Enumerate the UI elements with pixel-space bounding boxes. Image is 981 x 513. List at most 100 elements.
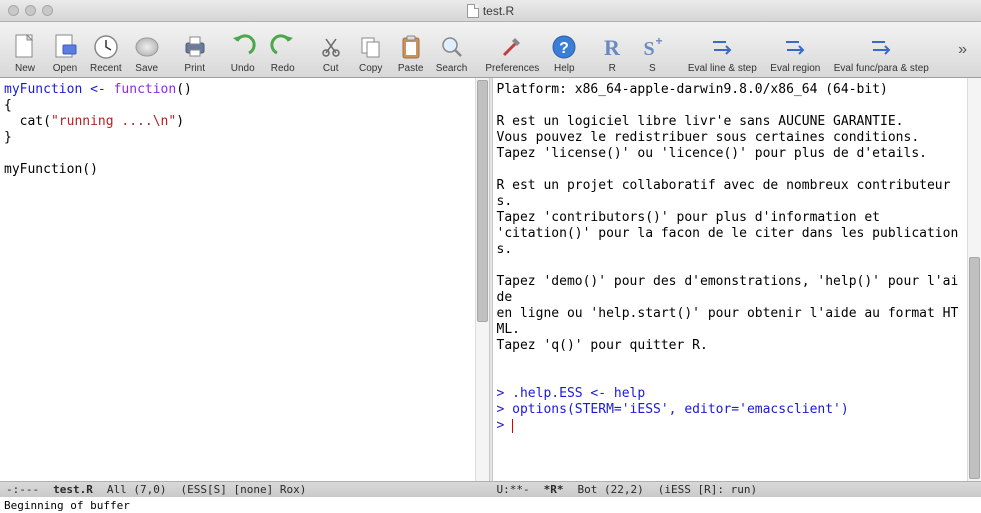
code-text: () xyxy=(176,82,192,97)
toolbar-label: Help xyxy=(554,63,575,74)
echo-area: Beginning of buffer xyxy=(0,497,981,513)
zoom-window-button[interactable] xyxy=(42,5,53,16)
toolbar-label: Open xyxy=(53,63,77,74)
eval-func-step-button[interactable]: Eval func/para & step xyxy=(827,24,935,76)
toolbar-label: Undo xyxy=(231,63,255,74)
magnifier-icon xyxy=(437,32,467,62)
toolbar-label: Save xyxy=(135,63,158,74)
svg-text:S: S xyxy=(644,38,655,60)
toolbar-label: New xyxy=(15,63,35,74)
console-line: Tapez 'contributors()' pour plus d'infor… xyxy=(497,210,881,225)
editor-panes: myFunction <- function() { cat("running … xyxy=(0,78,981,481)
console-line: R est un projet collaboratif avec de nom… xyxy=(497,178,951,209)
modeline-position: All (7,0) xyxy=(107,483,167,496)
code-operator: <- xyxy=(82,82,113,97)
copy-icon xyxy=(356,32,386,62)
eval-region-button[interactable]: Eval region xyxy=(765,24,825,76)
console-line: Tapez 'license()' ou 'licence()' pour pl… xyxy=(497,146,927,161)
console-line: R est un logiciel libre livr'e sans AUCU… xyxy=(497,114,904,129)
svg-text:?: ? xyxy=(559,40,569,57)
modeline-right[interactable]: U:**- *R* Bot (22,2) (iESS [R]: run) xyxy=(491,481,981,497)
toolbar-label: Copy xyxy=(359,63,382,74)
window-controls xyxy=(0,5,53,16)
window-title-text: test.R xyxy=(483,4,514,18)
scrollbar-thumb[interactable] xyxy=(477,80,488,322)
new-button[interactable]: New xyxy=(6,24,44,76)
scrollbar-thumb[interactable] xyxy=(969,257,980,479)
toolbar-label: S xyxy=(649,63,656,74)
titlebar: test.R xyxy=(0,0,981,22)
r-lang-button[interactable]: R R xyxy=(593,24,631,76)
eval-line-step-button[interactable]: Eval line & step xyxy=(681,24,763,76)
minimize-window-button[interactable] xyxy=(25,5,36,16)
console-line: Tapez 'q()' pour quitter R. xyxy=(497,338,708,353)
open-button[interactable]: Open xyxy=(46,24,84,76)
paste-button[interactable]: Paste xyxy=(392,24,430,76)
new-file-icon xyxy=(10,32,40,62)
print-button[interactable]: Print xyxy=(176,24,214,76)
modeline-position: Bot (22,2) xyxy=(578,483,644,496)
console-line: Tapez 'demo()' pour des d'emonstrations,… xyxy=(497,274,959,305)
scissors-icon xyxy=(316,32,346,62)
save-button[interactable]: Save xyxy=(128,24,166,76)
clock-icon xyxy=(91,32,121,62)
code-keyword: function xyxy=(114,82,177,97)
code-text: cat( xyxy=(4,114,51,129)
toolbar: New Open Recent Save Print Undo Redo Cut… xyxy=(0,22,981,78)
modeline-modes: (iESS [R]: run) xyxy=(658,483,757,496)
code-text: } xyxy=(4,130,12,145)
toolbar-label: Print xyxy=(184,63,205,74)
r-letter-icon: R xyxy=(597,32,627,62)
undo-button[interactable]: Undo xyxy=(224,24,262,76)
arrow-right-icon xyxy=(707,32,737,62)
arrow-func-icon xyxy=(866,32,896,62)
code-identifier: myFunction xyxy=(4,82,82,97)
arrow-region-icon xyxy=(780,32,810,62)
right-pane: Platform: x86_64-apple-darwin9.8.0/x86_6… xyxy=(493,78,981,481)
toolbar-label: R xyxy=(609,63,616,74)
echo-text: Beginning of buffer xyxy=(4,499,130,512)
modeline-left[interactable]: -:--- test.R All (7,0) (ESS[S] [none] Ro… xyxy=(0,481,491,497)
modeline-flags: U:**- xyxy=(497,483,530,496)
code-text: myFunction() xyxy=(4,162,98,177)
s-plus-icon: S+ xyxy=(637,32,667,62)
svg-text:+: + xyxy=(656,34,663,48)
toolbar-label: Preferences xyxy=(485,63,539,74)
console-line: Vous pouvez le redistribuer sous certain… xyxy=(497,130,920,145)
copy-button[interactable]: Copy xyxy=(352,24,390,76)
console-line: Platform: x86_64-apple-darwin9.8.0/x86_6… xyxy=(497,82,888,97)
scrollbar-left[interactable] xyxy=(475,78,489,481)
open-folder-icon xyxy=(50,32,80,62)
s-lang-button[interactable]: S+ S xyxy=(633,24,671,76)
toolbar-label: Redo xyxy=(271,63,295,74)
disk-icon xyxy=(132,32,162,62)
undo-icon xyxy=(228,32,258,62)
redo-button[interactable]: Redo xyxy=(264,24,302,76)
toolbar-label: Recent xyxy=(90,63,122,74)
search-button[interactable]: Search xyxy=(432,24,472,76)
left-pane: myFunction <- function() { cat("running … xyxy=(0,78,489,481)
preferences-button[interactable]: Preferences xyxy=(481,24,543,76)
toolbar-overflow-button[interactable]: » xyxy=(950,41,975,59)
redo-icon xyxy=(268,32,298,62)
console-line: 'citation()' pour la facon de le citer d… xyxy=(497,226,959,257)
clipboard-icon xyxy=(396,32,426,62)
toolbar-label: Cut xyxy=(323,63,339,74)
source-editor[interactable]: myFunction <- function() { cat("running … xyxy=(0,78,475,481)
recent-button[interactable]: Recent xyxy=(86,24,126,76)
scrollbar-right[interactable] xyxy=(967,78,981,481)
console-prompt-line: > options(STERM='iESS', editor='emacscli… xyxy=(497,402,849,417)
r-console[interactable]: Platform: x86_64-apple-darwin9.8.0/x86_6… xyxy=(493,78,968,481)
cut-button[interactable]: Cut xyxy=(312,24,350,76)
console-prompt-line: > xyxy=(497,418,513,433)
modeline-modes: (ESS[S] [none] Rox) xyxy=(180,483,306,496)
toolbar-label: Eval line & step xyxy=(688,63,757,74)
modeline-buffer-name: *R* xyxy=(544,483,564,496)
close-window-button[interactable] xyxy=(8,5,19,16)
console-line: en ligne ou 'help.start()' pour obtenir … xyxy=(497,306,959,337)
toolbar-label: Paste xyxy=(398,63,424,74)
toolbar-label: Eval func/para & step xyxy=(834,63,929,74)
toolbar-label: Search xyxy=(436,63,468,74)
help-button[interactable]: ? Help xyxy=(545,24,583,76)
screwdriver-icon xyxy=(497,32,527,62)
